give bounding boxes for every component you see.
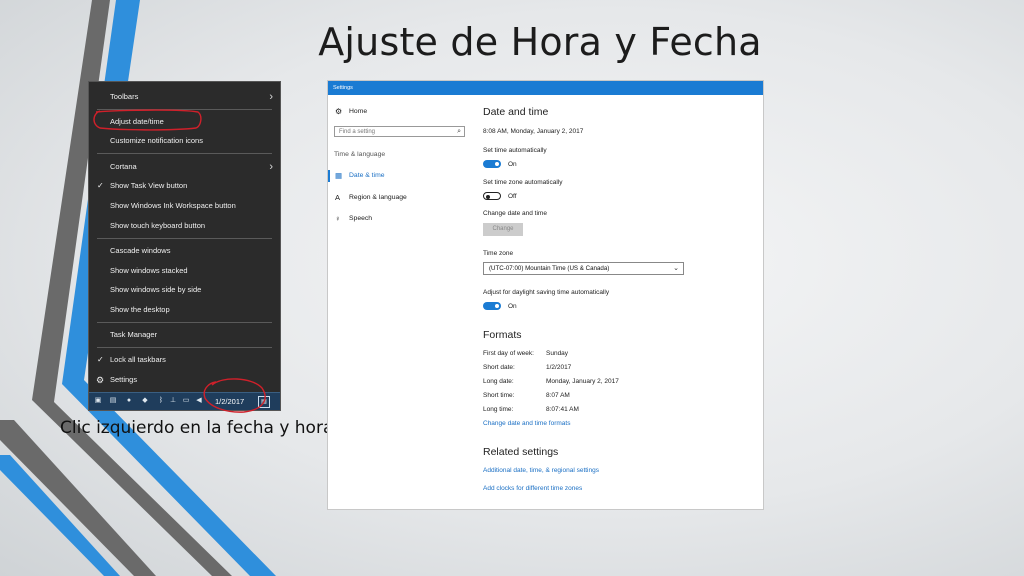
date-time-heading: Date and time <box>483 106 549 118</box>
format-label: Short date: <box>483 364 515 371</box>
nav-home[interactable]: Home <box>349 108 367 115</box>
nav-speech[interactable]: Speech <box>349 215 372 222</box>
format-label: First day of week: <box>483 350 534 357</box>
settings-window: Settings ⚙ Home Find a setting ⌕ Time & … <box>327 80 764 510</box>
formats-heading: Formats <box>483 329 522 341</box>
search-icon: ⌕ <box>457 128 461 135</box>
time-zone-select[interactable]: (UTC-07:00) Mountain Time (US & Canada) … <box>483 262 684 275</box>
time-zone-label: Time zone <box>483 250 514 257</box>
set-time-auto-toggle[interactable] <box>483 160 501 168</box>
set-time-auto-state: On <box>508 161 517 168</box>
add-clocks-link[interactable]: Add clocks for different time zones <box>483 485 582 492</box>
slide-caption: Clic izquierdo en la fecha y hora <box>60 418 334 438</box>
calendar-clock-icon: ▦ <box>335 171 343 180</box>
set-tz-auto-state: Off <box>508 193 517 200</box>
format-value: Sunday <box>546 350 569 357</box>
change-date-time-label: Change date and time <box>483 210 547 217</box>
language-icon: A <box>335 193 341 202</box>
time-zone-value: (UTC-07:00) Mountain Time (US & Canada) <box>489 265 610 272</box>
set-tz-auto-label: Set time zone automatically <box>483 179 563 186</box>
format-value: 8:07:41 AM <box>546 406 579 413</box>
set-tz-auto-toggle[interactable] <box>483 192 501 200</box>
format-label: Short time: <box>483 392 515 399</box>
format-label: Long time: <box>483 406 514 413</box>
search-placeholder: Find a setting <box>339 129 376 135</box>
search-input[interactable]: Find a setting ⌕ <box>334 126 465 137</box>
dst-state: On <box>508 303 517 310</box>
active-indicator <box>328 170 330 182</box>
nav-group-label: Time & language <box>334 151 386 158</box>
nav-region-language[interactable]: Region & language <box>349 194 407 201</box>
format-value: 1/2/2017 <box>546 364 572 371</box>
home-icon: ⚙ <box>335 107 343 116</box>
dst-toggle[interactable] <box>483 302 501 310</box>
chevron-down-icon: ⌄ <box>673 265 679 272</box>
microphone-icon: ♀ <box>335 214 341 223</box>
change-button[interactable]: Change <box>483 223 523 236</box>
dst-label: Adjust for daylight saving time automati… <box>483 289 610 296</box>
set-time-auto-label: Set time automatically <box>483 147 547 154</box>
nav-date-time[interactable]: Date & time <box>349 172 385 179</box>
format-label: Long date: <box>483 378 514 385</box>
format-value: 8:07 AM <box>546 392 570 399</box>
format-value: Monday, January 2, 2017 <box>546 378 619 385</box>
related-settings-heading: Related settings <box>483 446 559 458</box>
current-datetime: 8:08 AM, Monday, January 2, 2017 <box>483 128 584 135</box>
window-title: Settings <box>328 81 763 95</box>
additional-settings-link[interactable]: Additional date, time, & regional settin… <box>483 467 599 474</box>
change-formats-link[interactable]: Change date and time formats <box>483 420 570 427</box>
